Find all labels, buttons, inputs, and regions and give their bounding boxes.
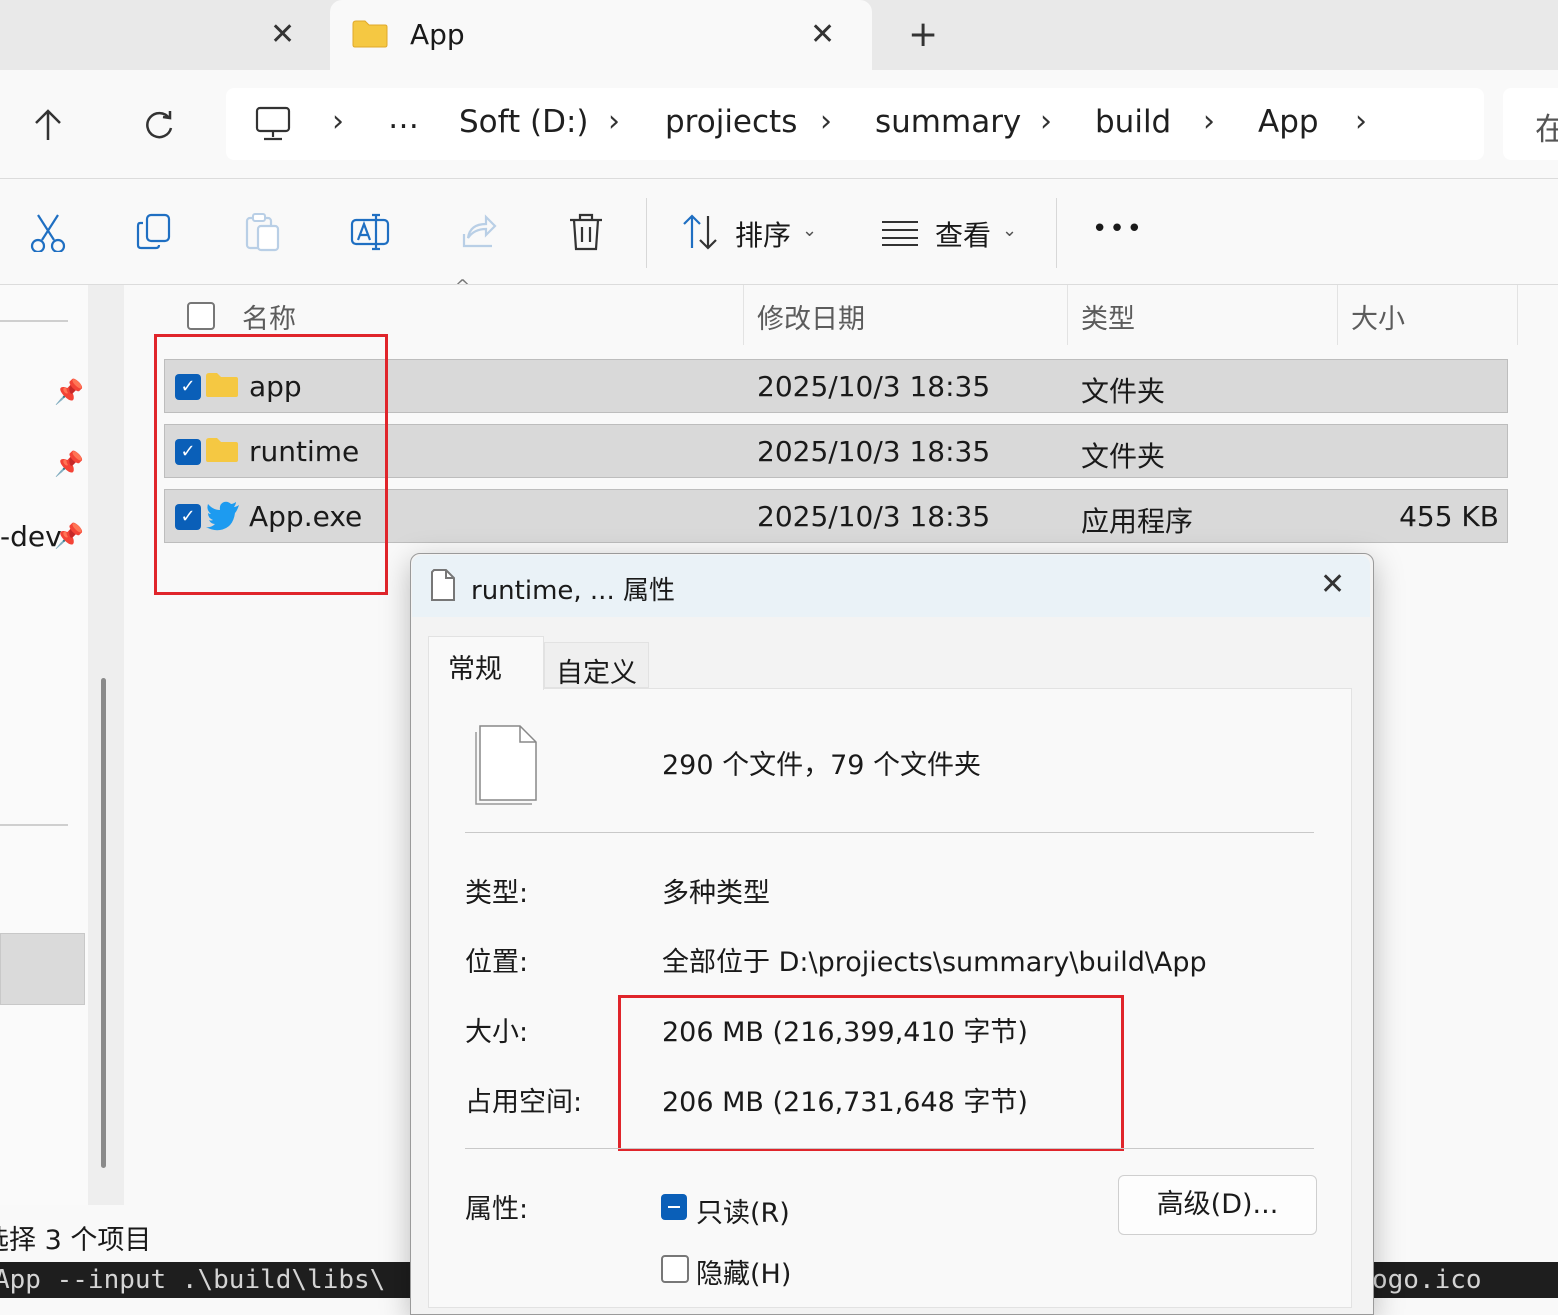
breadcrumb-overflow[interactable]: … [388, 100, 419, 136]
paste-icon[interactable] [244, 212, 284, 252]
column-separator[interactable] [1337, 285, 1338, 345]
view-icon[interactable] [880, 212, 920, 252]
copy-icon[interactable] [136, 212, 176, 252]
chevron-right-icon[interactable]: › [1040, 104, 1052, 139]
close-tab-icon[interactable]: ✕ [270, 20, 295, 50]
indeterminate-mark [668, 1206, 680, 1208]
pin-icon[interactable]: 📌 [54, 378, 84, 406]
nav-item-selected[interactable] [0, 933, 85, 1005]
folder-icon [352, 20, 388, 48]
new-tab-button[interactable]: + [908, 14, 938, 55]
breadcrumb-build[interactable]: build [1095, 104, 1171, 140]
toolbar-divider [646, 198, 647, 268]
breadcrumb-drive[interactable]: Soft (D:) [459, 104, 589, 140]
tab-label: App [410, 18, 465, 51]
more-options-button[interactable]: ••• [1092, 214, 1144, 244]
type-label: 类型: [465, 878, 529, 909]
nav-divider [0, 320, 68, 322]
sort-icon[interactable] [680, 212, 720, 252]
breadcrumb-app[interactable]: App [1258, 104, 1319, 140]
location-value: 全部位于 D:\projiects\summary\build\App [662, 947, 1207, 978]
up-arrow-icon[interactable] [32, 108, 64, 142]
chevron-down-icon[interactable]: ⌄ [1002, 220, 1017, 241]
column-header-date[interactable]: 修改日期 [757, 297, 865, 336]
column-header-size[interactable]: 大小 [1351, 297, 1405, 336]
pin-icon[interactable]: 📌 [54, 522, 84, 550]
tab-general[interactable]: 常规 [428, 636, 544, 690]
file-date: 2025/10/3 18:35 [757, 435, 991, 468]
column-header-type[interactable]: 类型 [1081, 297, 1135, 336]
chevron-right-icon[interactable]: › [1355, 104, 1367, 139]
nav-scroll-track [88, 285, 124, 1205]
computer-icon[interactable] [254, 106, 292, 142]
type-value: 多种类型 [662, 878, 770, 909]
file-type: 文件夹 [1081, 440, 1166, 473]
pin-icon[interactable]: 📌 [54, 450, 84, 478]
size-label: 大小: [465, 1017, 529, 1048]
tab-custom-label: 自定义 [556, 658, 637, 689]
location-label: 位置: [465, 947, 529, 978]
chevron-right-icon[interactable]: › [1203, 104, 1215, 139]
file-count-summary: 290 个文件，79 个文件夹 [662, 750, 982, 781]
readonly-label[interactable]: 只读(R) [696, 1191, 790, 1230]
tab-app[interactable]: App ✕ [330, 0, 872, 70]
chevron-right-icon[interactable]: › [820, 104, 832, 139]
hidden-label[interactable]: 隐藏(H) [696, 1252, 791, 1291]
file-date: 2025/10/3 18:35 [757, 500, 991, 533]
column-separator[interactable] [743, 285, 744, 345]
sort-asc-icon: ^ [455, 276, 471, 297]
nav-divider [0, 824, 68, 826]
tab-general-label: 常规 [448, 654, 502, 685]
terminal-text: ogo.ico [1372, 1265, 1482, 1295]
nav-scrollbar-thumb[interactable] [101, 678, 106, 1168]
delete-icon[interactable] [566, 212, 606, 252]
file-type: 文件夹 [1081, 375, 1166, 408]
file-size: 455 KB [1399, 500, 1499, 533]
dialog-title: runtime, ... 属性 [471, 576, 675, 606]
highlight-box-files [154, 334, 388, 595]
tab-inactive[interactable]: ✕ [0, 0, 330, 70]
nav-item-label[interactable]: -dev [0, 520, 62, 553]
file-type: 应用程序 [1081, 505, 1194, 538]
navigation-pane [0, 285, 88, 1205]
column-separator[interactable] [1067, 285, 1068, 345]
sort-button[interactable]: 排序 [735, 214, 791, 254]
chevron-down-icon[interactable]: ⌄ [802, 220, 817, 241]
disk-size-label: 占用空间: [465, 1087, 583, 1118]
rename-icon[interactable] [350, 212, 390, 252]
document-icon [431, 569, 455, 601]
highlight-box-size [618, 995, 1124, 1151]
search-input[interactable]: 在 [1503, 88, 1558, 160]
chevron-right-icon[interactable]: › [332, 104, 344, 139]
search-placeholder: 在 [1535, 112, 1558, 148]
terminal-text: App --input .\build\libs\ [0, 1265, 386, 1295]
share-icon[interactable] [458, 212, 498, 252]
file-date: 2025/10/3 18:35 [757, 370, 991, 403]
close-dialog-icon[interactable]: ✕ [1320, 570, 1345, 600]
column-header-name[interactable]: 名称 [242, 297, 296, 336]
hidden-checkbox[interactable] [661, 1255, 689, 1283]
tab-custom[interactable]: 自定义 [544, 642, 649, 689]
chevron-right-icon[interactable]: › [608, 104, 620, 139]
dialog-divider [465, 1148, 1314, 1149]
multiple-files-icon [475, 725, 537, 805]
toolbar-divider [1056, 198, 1057, 268]
breadcrumb-projiects[interactable]: projiects [665, 104, 797, 140]
close-tab-icon[interactable]: ✕ [810, 20, 835, 50]
select-all-checkbox[interactable] [187, 302, 215, 330]
attributes-label: 属性: [465, 1194, 529, 1225]
readonly-checkbox[interactable] [661, 1194, 687, 1220]
cut-icon[interactable] [28, 212, 68, 252]
refresh-icon[interactable] [142, 108, 176, 142]
column-separator[interactable] [1517, 285, 1518, 345]
view-button[interactable]: 查看 [935, 214, 991, 254]
advanced-button[interactable]: 高级(D)... [1118, 1175, 1317, 1235]
dialog-divider [465, 832, 1314, 833]
breadcrumb-summary[interactable]: summary [875, 104, 1021, 140]
